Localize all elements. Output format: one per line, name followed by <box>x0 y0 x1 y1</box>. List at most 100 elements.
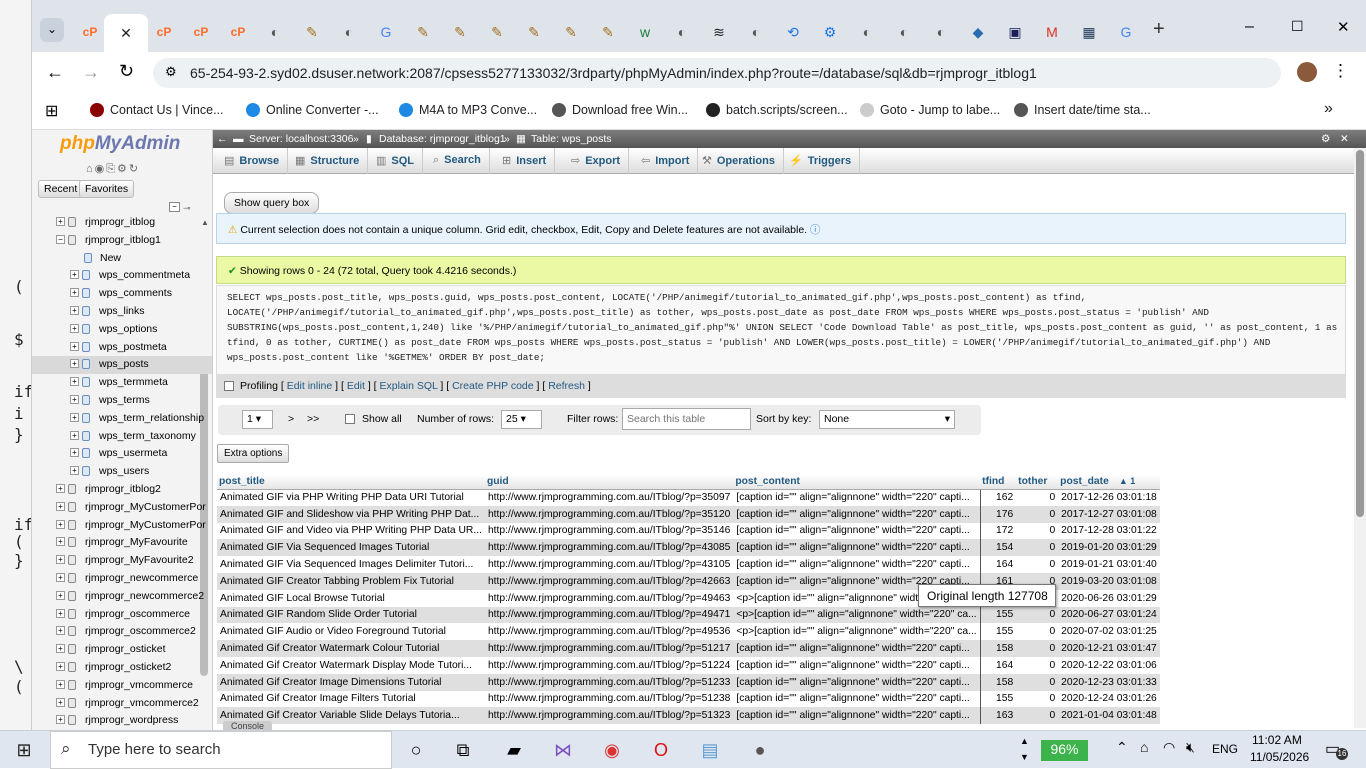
tab-browse[interactable]: ▤ Browse <box>216 148 289 174</box>
table-cell-post-date[interactable]: 2019-01-20 03:01:29 <box>1058 539 1160 557</box>
tree-item[interactable]: New <box>32 250 212 268</box>
tree-expander-icon[interactable]: + <box>70 306 79 315</box>
table-cell-guid[interactable]: http://www.rjmprogramming.com.au/ITblog/… <box>484 623 734 641</box>
browser-menu-icon[interactable]: ⋮ <box>1332 61 1349 81</box>
bookmark-item[interactable]: Contact Us | Vince... <box>90 103 223 117</box>
table-cell-tfind[interactable]: 162 <box>980 489 1017 506</box>
task-view-icon[interactable]: ⧉ <box>451 738 475 762</box>
show-query-box-button[interactable]: Show query box <box>224 192 320 214</box>
tree-item-label[interactable]: wps_comments <box>99 287 172 299</box>
tree-item-label[interactable]: rjmprogr_oscommerce <box>85 608 190 620</box>
refresh-link[interactable]: Refresh <box>548 380 585 392</box>
minimize-button[interactable]: – <box>1245 18 1254 36</box>
filter-rows-input[interactable] <box>622 408 751 430</box>
bookmark-item[interactable]: batch.scripts/screen... <box>706 103 848 117</box>
table-cell-tother[interactable]: 0 <box>1016 623 1059 641</box>
tree-expander-icon[interactable]: + <box>56 484 65 493</box>
tree-item[interactable]: + wps_posts <box>32 356 212 375</box>
table-cell-guid[interactable]: http://www.rjmprogramming.com.au/ITblog/… <box>484 489 734 506</box>
table-cell-post-content[interactable]: [caption id="" align="alignnone" width="… <box>733 505 981 523</box>
tree-item-label[interactable]: wps_usermeta <box>99 447 167 459</box>
tree-item[interactable]: − rjmprogr_itblog1 <box>32 232 212 250</box>
cortana-icon[interactable]: ○ <box>404 738 428 762</box>
table-cell-tother[interactable]: 0 <box>1016 489 1059 506</box>
tree-expander-icon[interactable]: + <box>70 466 79 476</box>
table-cell-tfind[interactable]: 155 <box>980 690 1017 708</box>
tree-item[interactable]: + rjmprogr_vmcommerce <box>32 677 212 695</box>
tree-item[interactable]: + rjmprogr_newcommerce2 <box>32 588 212 606</box>
tab-import[interactable]: ⇦ Import <box>633 148 699 174</box>
browser-tab[interactable]: ✎ <box>410 22 436 42</box>
table-cell-post-date[interactable]: 2019-01-21 03:01:40 <box>1058 556 1160 573</box>
tab-export[interactable]: ⇨ Export <box>563 148 630 174</box>
table-cell-post-title[interactable]: Animated GIF Creator Tabbing Problem Fix… <box>217 572 485 590</box>
tree-item[interactable]: + rjmprogr_itblog <box>32 214 212 232</box>
tree-item[interactable]: + wps_usermeta <box>32 445 212 463</box>
browser-tab[interactable]: ✕ <box>104 14 148 52</box>
create-php-link[interactable]: Create PHP code <box>452 380 534 392</box>
chrome-icon[interactable]: ◉ <box>600 738 624 762</box>
tree-item[interactable]: + rjmprogr_oscommerce2 <box>32 623 212 641</box>
language-indicator[interactable]: ENG <box>1212 742 1238 756</box>
browser-tab[interactable]: M <box>1039 22 1065 42</box>
table-cell-post-date[interactable]: 2020-12-21 03:01:47 <box>1058 640 1160 657</box>
close-panel-icon[interactable]: ✕ <box>1340 133 1349 145</box>
table-cell-post-content[interactable]: [caption id="" align="alignnone" width="… <box>733 707 981 725</box>
scroll-arrows-icon[interactable]: ▲ ▼ <box>1020 733 1029 765</box>
table-cell-post-date[interactable]: 2017-12-26 03:01:18 <box>1058 489 1160 506</box>
table-cell-tfind[interactable]: 164 <box>980 656 1017 674</box>
table-cell-guid[interactable]: http://www.rjmprogramming.com.au/ITblog/… <box>484 505 734 523</box>
tree-expander-icon[interactable]: + <box>70 448 79 458</box>
table-cell-guid[interactable]: http://www.rjmprogramming.com.au/ITblog/… <box>484 640 734 657</box>
edit-inline-link[interactable]: Edit inline <box>287 380 333 392</box>
reload-icon[interactable]: ↻ <box>119 61 134 82</box>
table-cell-post-date[interactable]: 2020-06-26 03:01:29 <box>1058 589 1160 607</box>
tree-item-label[interactable]: New <box>100 252 121 264</box>
app-icon-box[interactable]: ▰ <box>502 738 526 762</box>
show-all-checkbox[interactable] <box>345 414 355 424</box>
table-cell-tfind[interactable]: 163 <box>980 707 1017 725</box>
tree-item[interactable]: + wps_terms <box>32 392 212 410</box>
new-tab-button[interactable]: + <box>1153 18 1165 41</box>
table-cell-guid[interactable]: http://www.rjmprogramming.com.au/ITblog/… <box>484 606 734 624</box>
table-cell-guid[interactable]: http://www.rjmprogramming.com.au/ITblog/… <box>484 539 734 557</box>
bookmark-item[interactable]: Insert date/time sta... <box>1014 103 1151 117</box>
table-cell-post-title[interactable]: Animated Gif Creator Image Dimensions Tu… <box>217 673 485 691</box>
column-header-label[interactable]: post_content <box>735 476 800 487</box>
clock-date[interactable]: 11/05/2026 <box>1250 750 1309 764</box>
profiling-checkbox[interactable] <box>224 381 234 392</box>
maximize-button[interactable]: ☐ <box>1291 18 1304 35</box>
browser-tab[interactable]: ◐ <box>336 22 362 42</box>
breadcrumb-server[interactable]: Server: localhost:3306 <box>249 133 353 145</box>
table-cell-guid[interactable]: http://www.rjmprogramming.com.au/ITblog/… <box>484 589 734 607</box>
tree-item-label[interactable]: rjmprogr_MyCustomerPor <box>85 519 206 531</box>
table-cell-tother[interactable]: 0 <box>1016 505 1059 523</box>
browser-tab[interactable]: ✎ <box>558 22 584 42</box>
table-cell-post-title[interactable]: Animated Gif Creator Watermark Colour Tu… <box>217 640 485 657</box>
tree-expander-icon[interactable]: + <box>70 341 79 351</box>
tree-expander-icon[interactable]: + <box>56 217 65 226</box>
tree-expander-icon[interactable]: + <box>56 626 65 636</box>
meet-now-icon[interactable]: ⌂ <box>1140 739 1148 755</box>
tree-expander-icon[interactable]: + <box>56 644 65 654</box>
table-cell-post-date[interactable]: 2017-12-28 03:01:22 <box>1058 522 1160 540</box>
console-tab[interactable]: Console <box>223 721 273 730</box>
browser-tab[interactable]: ◐ <box>928 22 954 42</box>
table-cell-post-title[interactable]: Animated GIF via PHP Writing PHP Data UR… <box>217 489 485 506</box>
battery-indicator[interactable]: 96% <box>1041 740 1088 761</box>
tree-item-label[interactable]: wps_commentmeta <box>99 269 190 281</box>
table-cell-post-title[interactable]: Animated Gif Creator Watermark Display M… <box>217 656 485 674</box>
table-cell-post-date[interactable]: 2020-12-23 03:01:33 <box>1058 673 1160 691</box>
table-cell-tfind[interactable]: 154 <box>980 539 1017 557</box>
breadcrumb-database[interactable]: Database: rjmprogr_itblog1 <box>379 133 506 145</box>
table-cell-tother[interactable]: 0 <box>1016 640 1059 657</box>
tree-item[interactable]: + wps_term_taxonomy <box>32 428 212 446</box>
table-cell-post-title[interactable]: Animated GIF Via Sequenced Images Delimi… <box>217 556 485 573</box>
browser-tab[interactable]: ◐ <box>891 22 917 42</box>
profile-avatar[interactable] <box>1297 62 1317 82</box>
tree-item[interactable]: + rjmprogr_vmcommerce2 <box>32 695 212 713</box>
browser-tab[interactable]: G <box>373 22 399 42</box>
tree-item[interactable]: + wps_commentmeta <box>32 267 212 285</box>
tree-item[interactable]: + rjmprogr_osticket2 <box>32 659 212 677</box>
sort-by-key-select[interactable]: None ▾ <box>819 410 955 429</box>
